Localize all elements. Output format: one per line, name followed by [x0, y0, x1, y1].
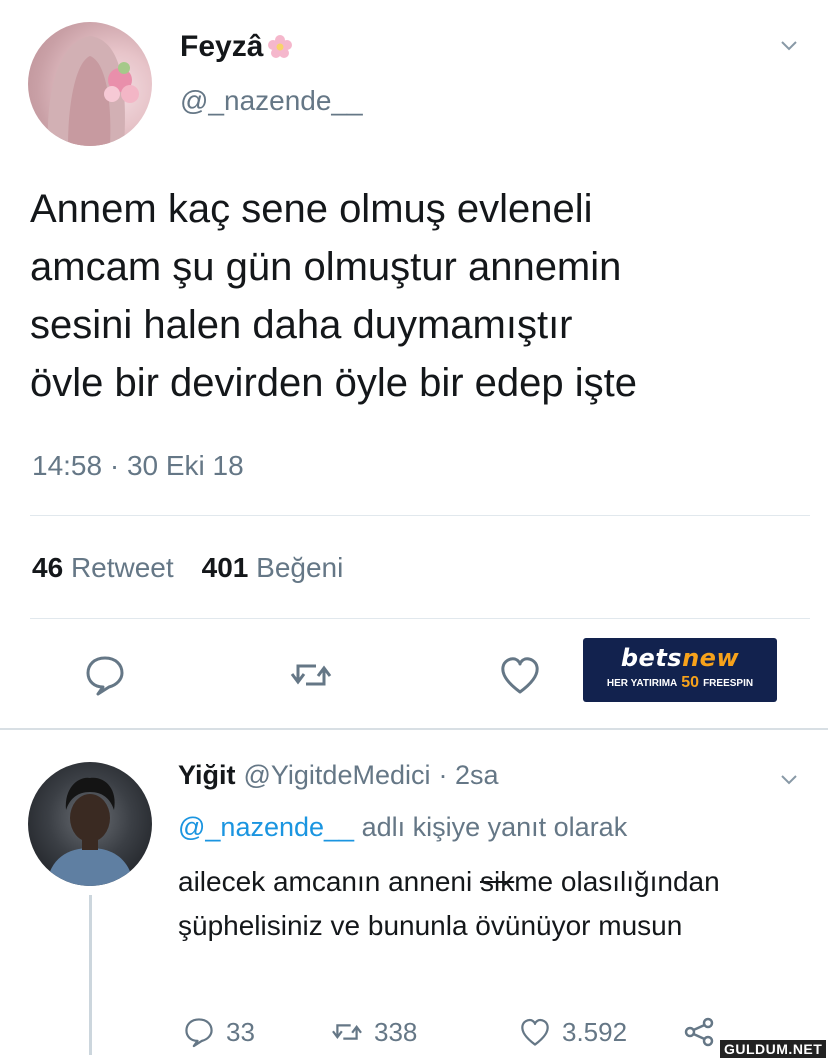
divider	[30, 515, 810, 516]
chevron-down-icon[interactable]	[780, 770, 798, 788]
reply-icon	[185, 1018, 213, 1048]
reply-text: ailecek amcanın anneni sikme olasılığınd…	[178, 866, 720, 941]
retweet-count: 46	[32, 552, 64, 583]
heart-icon[interactable]	[497, 652, 543, 698]
engagement-stats: 46 Retweet 401 Beğeni	[32, 552, 343, 584]
share-icon	[684, 1017, 714, 1047]
site-watermark: GULDUM.NET	[720, 1040, 827, 1058]
ad-tagline: HER YATIRIMA 50 FREESPIN	[606, 674, 754, 691]
divider	[30, 618, 810, 619]
reply-handle[interactable]: @YigitdeMedici	[244, 760, 431, 791]
section-divider	[0, 728, 828, 730]
like-count: 401	[201, 552, 249, 583]
reply-retweet-button[interactable]: 338	[330, 1012, 417, 1052]
flower-emoji-icon	[268, 35, 293, 58]
display-name-text: Feyzâ	[180, 30, 264, 63]
reply-icon[interactable]	[82, 652, 128, 698]
replying-to: @_nazende__ adlı kişiye yanıt olarak	[178, 812, 627, 843]
replying-mention[interactable]: @_nazende__	[178, 812, 354, 842]
retweet-stat[interactable]: 46 Retweet	[32, 552, 174, 584]
like-count: 3.592	[562, 1016, 628, 1047]
reply-share-button[interactable]	[682, 1012, 716, 1052]
like-stat[interactable]: 401 Beğeni	[202, 552, 344, 584]
reply-count: 33	[226, 1016, 255, 1047]
display-name[interactable]: Feyzâ	[180, 30, 293, 64]
betsnew-ad-banner[interactable]: betsnew HER YATIRIMA 50 FREESPIN	[583, 638, 777, 702]
chevron-down-icon[interactable]	[780, 36, 798, 54]
thread-line	[89, 895, 92, 1055]
like-label: Beğeni	[256, 552, 344, 583]
timestamp[interactable]: 14:58 · 30 Eki 18	[32, 450, 244, 482]
heart-icon	[521, 1018, 549, 1046]
user-handle[interactable]: @_nazende__	[180, 85, 363, 117]
retweet-icon[interactable]	[288, 652, 334, 698]
reply-time[interactable]: · 2sa	[438, 760, 498, 791]
avatar[interactable]	[28, 22, 152, 146]
reply-display-name[interactable]: Yiğit	[178, 760, 236, 791]
reply-like-button[interactable]: 3.592	[518, 1012, 627, 1052]
replying-suffix: adlı kişiye yanıt olarak	[361, 812, 628, 842]
avatar-image	[47, 36, 139, 146]
avatar-image	[46, 777, 134, 886]
ad-brand: betsnew	[620, 644, 740, 672]
reply-reply-button[interactable]: 33	[182, 1012, 255, 1052]
tweet-text: Annem kaç sene olmuş evleneli amcam şu g…	[30, 187, 638, 405]
reply-avatar[interactable]	[28, 762, 152, 886]
retweet-icon	[332, 1024, 362, 1040]
reply-header: Yiğit @YigitdeMedici · 2sa	[178, 760, 499, 791]
retweet-count: 338	[374, 1016, 418, 1047]
retweet-label: Retweet	[70, 552, 174, 583]
struck-text: sik	[479, 866, 515, 897]
